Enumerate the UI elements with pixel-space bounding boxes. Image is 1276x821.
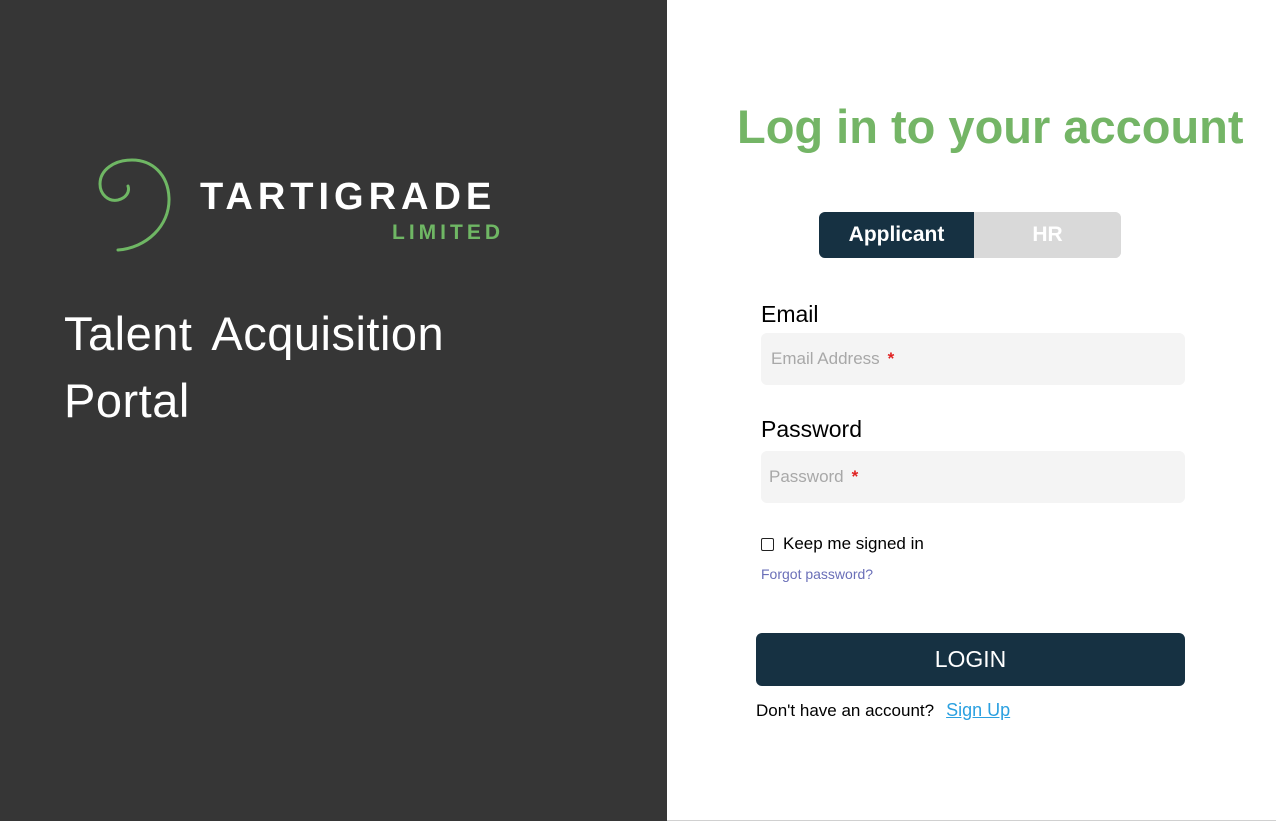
login-panel: Log in to your account Applicant HR Emai… (667, 0, 1276, 821)
page-title: Log in to your account (737, 100, 1244, 153)
signup-link[interactable]: Sign Up (946, 700, 1010, 720)
password-label: Password (761, 416, 862, 442)
keep-signed-in-checkbox[interactable] (761, 537, 774, 551)
signup-row: Don't have an account? Sign Up (756, 699, 1010, 722)
email-placeholder: Email Address * (771, 349, 895, 368)
email-field[interactable]: Email Address * (761, 333, 1185, 385)
tab-applicant[interactable]: Applicant (819, 212, 974, 258)
login-page: TARTIGRADE LIMITED Talent Acquisition Po… (0, 0, 1276, 821)
required-mark: * (887, 349, 895, 368)
portal-title: Talent Acquisition Portal (64, 307, 445, 427)
signup-prompt: Don't have an account? (756, 701, 935, 720)
role-toggle: Applicant HR (819, 212, 1121, 258)
password-placeholder: Password * (769, 467, 859, 486)
required-mark: * (851, 467, 859, 486)
forgot-password-link[interactable]: Forgot password? (761, 565, 873, 583)
login-button[interactable]: LOGIN (756, 633, 1185, 686)
tab-hr[interactable]: HR (974, 212, 1121, 258)
logo-subtitle: LIMITED (392, 221, 504, 244)
keep-signed-in[interactable]: Keep me signed in (761, 534, 924, 554)
password-field[interactable]: Password * (761, 451, 1185, 503)
logo-wordmark: TARTIGRADE (200, 176, 497, 218)
brand-panel: TARTIGRADE LIMITED Talent Acquisition Po… (0, 0, 667, 821)
swirl-logo-icon (98, 158, 171, 252)
company-logo: TARTIGRADE LIMITED (96, 156, 526, 256)
keep-signed-in-label: Keep me signed in (783, 534, 924, 553)
email-label: Email (761, 301, 819, 327)
